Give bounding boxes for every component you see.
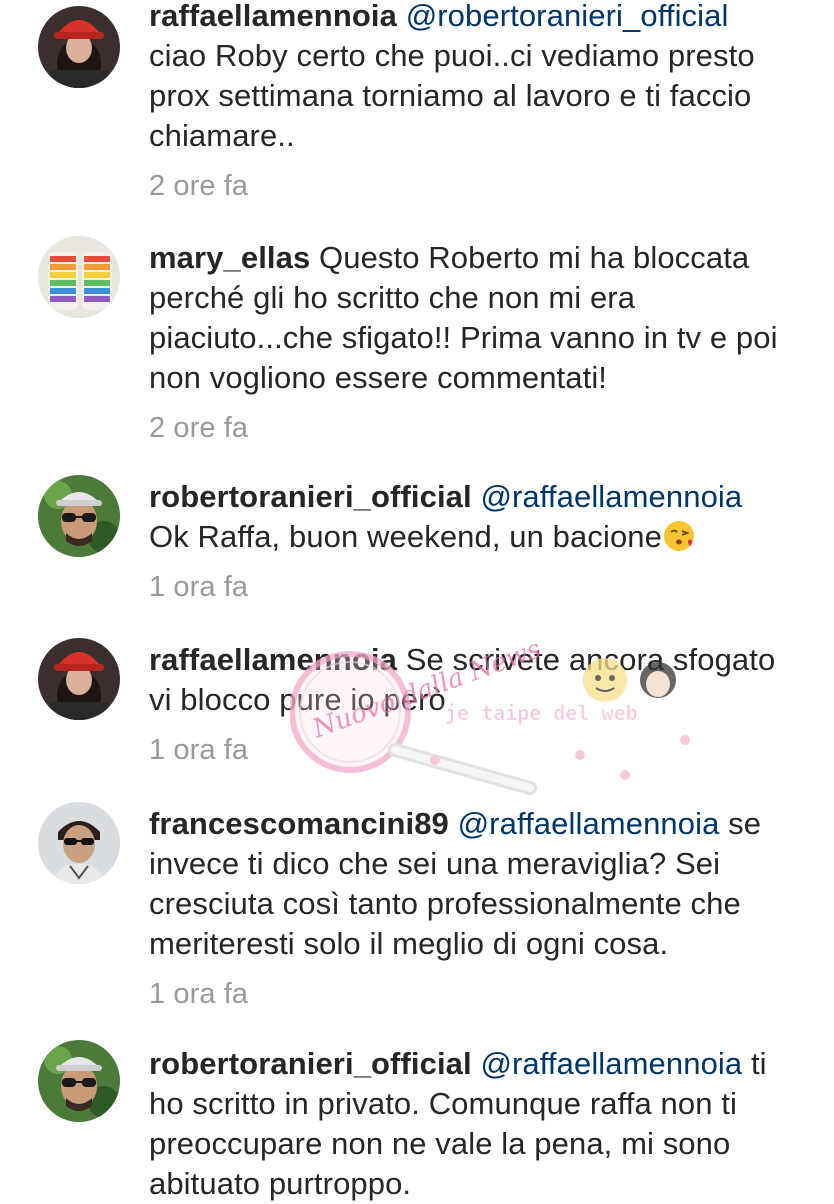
avatar[interactable] [38,802,120,884]
comment-text: ciao Roby certo che puoi..ci vediamo pre… [149,38,755,153]
comment-username[interactable]: raffaellamennoia [149,642,397,677]
comment-text: Ok Raffa, buon weekend, un bacione [149,519,662,554]
comment-timestamp: 1 ora fa [149,978,249,1010]
comment-username[interactable]: francescomancini89 [149,806,449,841]
comment-username[interactable]: robertoranieri_official [149,1046,472,1081]
comment-timestamp: 2 ore fa [149,412,249,444]
avatar[interactable] [38,1040,120,1122]
avatar-sunglasses-man-icon [38,802,120,884]
kiss-emoji-icon [663,521,694,551]
comment-timestamp: 1 ora fa [149,571,249,603]
comment-username[interactable]: mary_ellas [149,240,310,275]
avatar-sunglasses-cap-icon [38,475,120,557]
comment-mention[interactable]: @raffaellamennoia [458,806,720,841]
comment-mention[interactable]: @raffaellamennoia [480,1046,742,1081]
avatar-red-hat-icon [38,6,120,88]
avatar-sunglasses-cap-icon [38,1040,120,1122]
avatar[interactable] [38,475,120,557]
avatar-red-hat-icon [38,638,120,720]
avatar-rainbow-cake-icon [38,236,120,318]
avatar[interactable] [38,236,120,318]
comment-mention[interactable]: @raffaellamennoia [480,479,742,514]
comment-username[interactable]: robertoranieri_official [149,479,472,514]
comment-mention[interactable]: @robertoranieri_official [406,0,729,33]
comment-timestamp: 2 ore fa [149,170,249,202]
avatar[interactable] [38,638,120,720]
comment-timestamp: 1 ora fa [149,734,249,766]
comment-username[interactable]: raffaellamennoia [149,0,397,33]
avatar[interactable] [38,6,120,88]
